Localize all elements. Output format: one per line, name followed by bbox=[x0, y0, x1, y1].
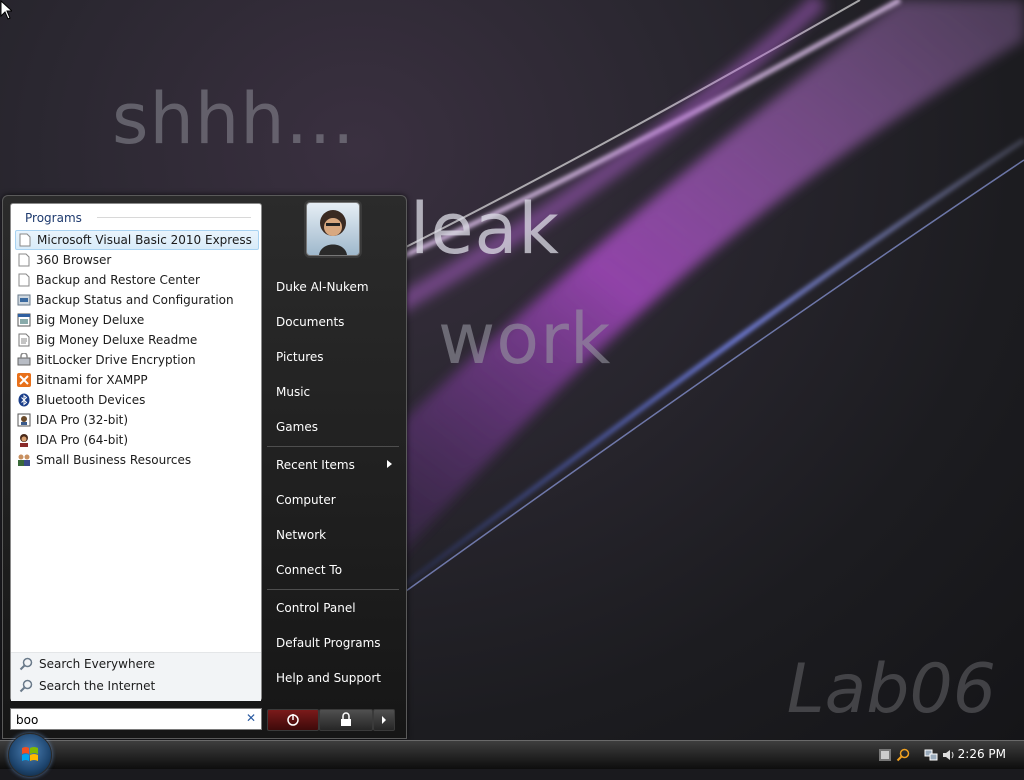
app-tray-icon[interactable] bbox=[878, 748, 892, 762]
default-programs-link[interactable]: Default Programs bbox=[276, 636, 381, 650]
search-tray-icon[interactable] bbox=[896, 748, 910, 762]
mouse-cursor-icon bbox=[0, 0, 12, 20]
lock-button[interactable] bbox=[319, 709, 373, 731]
app-window-icon bbox=[17, 313, 31, 327]
program-item-backup-restore[interactable]: Backup and Restore Center bbox=[15, 270, 259, 290]
menu-separator bbox=[267, 446, 399, 447]
program-label: Small Business Resources bbox=[36, 453, 192, 467]
clear-search-icon[interactable]: ✕ bbox=[246, 711, 256, 725]
pictures-link[interactable]: Pictures bbox=[276, 350, 324, 364]
connect-to-link[interactable]: Connect To bbox=[276, 563, 342, 577]
program-item-vb2010[interactable]: Microsoft Visual Basic 2010 Express bbox=[15, 230, 259, 250]
xampp-icon bbox=[17, 373, 31, 387]
backup-status-icon bbox=[17, 294, 31, 306]
program-list: Microsoft Visual Basic 2010 Express 360 … bbox=[15, 230, 259, 470]
arrow-right-icon bbox=[382, 716, 386, 724]
file-icon bbox=[18, 273, 30, 287]
program-label: Microsoft Visual Basic 2010 Express bbox=[37, 233, 252, 247]
music-link[interactable]: Music bbox=[276, 385, 310, 399]
user-avatar[interactable] bbox=[306, 202, 360, 256]
submenu-arrow-icon bbox=[387, 460, 392, 468]
network-link[interactable]: Network bbox=[276, 528, 326, 542]
start-search-input[interactable] bbox=[11, 711, 236, 729]
user-picture-icon bbox=[319, 210, 347, 255]
start-button[interactable] bbox=[8, 733, 52, 777]
search-internet-link[interactable]: Search the Internet bbox=[11, 675, 261, 697]
programs-pane: Programs Microsoft Visual Basic 2010 Exp… bbox=[10, 203, 262, 701]
recent-items-link[interactable]: Recent Items bbox=[276, 458, 355, 472]
user-name-link[interactable]: Duke Al-Nukem bbox=[276, 280, 369, 294]
control-panel-link[interactable]: Control Panel bbox=[276, 601, 356, 615]
bitlocker-icon bbox=[17, 353, 31, 366]
people-icon bbox=[18, 454, 30, 466]
search-everywhere-link[interactable]: Search Everywhere bbox=[11, 653, 261, 675]
program-label: 360 Browser bbox=[36, 253, 112, 267]
documents-link[interactable]: Documents bbox=[276, 315, 344, 329]
search-link-label: Search the Internet bbox=[39, 679, 156, 693]
program-item-small-business[interactable]: Small Business Resources bbox=[15, 450, 259, 470]
programs-divider bbox=[97, 217, 251, 218]
program-label: IDA Pro (64-bit) bbox=[36, 433, 129, 447]
wallpaper-brand: Lab06 bbox=[786, 650, 996, 729]
file-icon bbox=[18, 253, 30, 267]
help-support-link[interactable]: Help and Support bbox=[276, 671, 381, 685]
volume-icon[interactable] bbox=[942, 748, 956, 762]
program-item-360-browser[interactable]: 360 Browser bbox=[15, 250, 259, 270]
program-label: Bitnami for XAMPP bbox=[36, 373, 148, 387]
start-search-box: ✕ bbox=[10, 708, 262, 730]
ida-person-icon bbox=[20, 434, 28, 447]
programs-header: Programs bbox=[25, 211, 82, 225]
wallpaper-text-leak: leak bbox=[410, 188, 560, 270]
power-options-button[interactable] bbox=[373, 709, 395, 731]
games-link[interactable]: Games bbox=[276, 420, 318, 434]
program-item-big-money[interactable]: Big Money Deluxe bbox=[15, 310, 259, 330]
lock-icon bbox=[341, 712, 351, 726]
program-label: Big Money Deluxe bbox=[36, 313, 145, 327]
computer-link[interactable]: Computer bbox=[276, 493, 336, 507]
program-label: Backup and Restore Center bbox=[36, 273, 200, 287]
search-links: Search Everywhere Search the Internet bbox=[11, 652, 261, 701]
program-item-bitlocker[interactable]: BitLocker Drive Encryption bbox=[15, 350, 259, 370]
program-item-xampp[interactable]: Bitnami for XAMPP bbox=[15, 370, 259, 390]
program-item-ida-64[interactable]: IDA Pro (64-bit) bbox=[15, 430, 259, 450]
program-item-big-money-readme[interactable]: Big Money Deluxe Readme bbox=[15, 330, 259, 350]
ida-icon bbox=[17, 413, 31, 427]
wallpaper-text-work: work bbox=[438, 298, 612, 380]
program-label: Big Money Deluxe Readme bbox=[36, 333, 198, 347]
program-item-bluetooth[interactable]: Bluetooth Devices bbox=[15, 390, 259, 410]
start-menu-right-pane: Duke Al-Nukem Documents Pictures Music G… bbox=[263, 196, 403, 701]
menu-separator bbox=[267, 589, 399, 590]
wallpaper-text-shhh: shhh... bbox=[112, 78, 356, 160]
program-item-ida-32[interactable]: IDA Pro (32-bit) bbox=[15, 410, 259, 430]
program-label: Backup Status and Configuration bbox=[36, 293, 234, 307]
windows-logo-icon bbox=[22, 747, 38, 761]
readme-icon bbox=[18, 333, 30, 347]
program-item-backup-status[interactable]: Backup Status and Configuration bbox=[15, 290, 259, 310]
search-icon bbox=[19, 679, 33, 693]
taskbar: 2:26 PM bbox=[0, 733, 1024, 777]
taskbar-clock[interactable]: 2:26 PM bbox=[958, 747, 1006, 761]
power-controls bbox=[267, 709, 395, 731]
search-link-label: Search Everywhere bbox=[39, 657, 155, 671]
bluetooth-icon bbox=[18, 393, 30, 407]
power-icon bbox=[287, 714, 299, 726]
power-button[interactable] bbox=[267, 709, 319, 731]
program-label: Bluetooth Devices bbox=[36, 393, 146, 407]
network-icon[interactable] bbox=[924, 748, 938, 762]
file-icon bbox=[19, 233, 31, 247]
program-label: BitLocker Drive Encryption bbox=[36, 353, 196, 367]
start-menu: Programs Microsoft Visual Basic 2010 Exp… bbox=[2, 195, 407, 739]
search-icon bbox=[19, 657, 33, 671]
program-label: IDA Pro (32-bit) bbox=[36, 413, 129, 427]
system-tray: 2:26 PM bbox=[864, 741, 1024, 769]
